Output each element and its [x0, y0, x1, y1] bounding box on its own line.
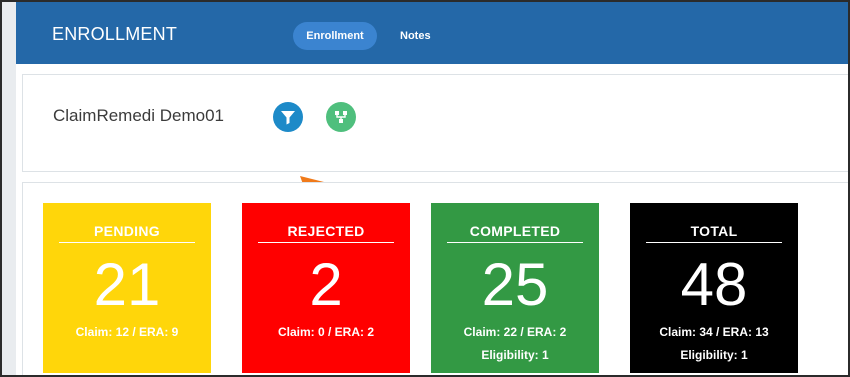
stat-value: 25	[481, 251, 549, 318]
filter-icon	[281, 111, 295, 125]
tab-notes[interactable]: Notes	[400, 22, 440, 50]
stat-card-rejected[interactable]: REJECTED 2 Claim: 0 / ERA: 2	[242, 203, 410, 373]
divider	[258, 242, 394, 243]
stat-title: TOTAL	[690, 223, 738, 239]
filter-button[interactable]	[273, 102, 303, 132]
org-tree-icon	[335, 111, 347, 123]
stat-breakdown: Claim: 0 / ERA: 2	[277, 325, 375, 339]
stat-breakdown: Claim: 12 / ERA: 9	[75, 325, 179, 339]
header-bar: ENROLLMENT Enrollment Notes	[16, 2, 848, 64]
divider	[646, 242, 782, 243]
divider	[59, 242, 195, 243]
app-frame: ENROLLMENT Enrollment Notes ClaimRemedi …	[0, 0, 850, 377]
stat-eligibility: Eligibility: 1	[680, 348, 748, 362]
client-card: ClaimRemedi Demo01	[22, 74, 848, 172]
stat-breakdown: Claim: 22 / ERA: 2	[463, 325, 567, 339]
page-title: ENROLLMENT	[52, 24, 178, 44]
stat-title: REJECTED	[287, 223, 365, 239]
stat-card-total[interactable]: TOTAL 48 Claim: 34 / ERA: 13 Eligibility…	[630, 203, 798, 373]
stat-value: 21	[93, 251, 161, 318]
stat-card-completed[interactable]: COMPLETED 25 Claim: 22 / ERA: 2 Eligibil…	[431, 203, 599, 373]
org-tree-button[interactable]	[326, 102, 356, 132]
stat-card-pending[interactable]: PENDING 21 Claim: 12 / ERA: 9	[43, 203, 211, 373]
stat-title: PENDING	[94, 223, 160, 239]
client-name: ClaimRemedi Demo01	[53, 106, 225, 125]
stat-value: 48	[680, 251, 748, 318]
stat-value: 2	[309, 251, 343, 318]
stat-breakdown: Claim: 34 / ERA: 13	[659, 325, 769, 339]
tab-enrollment[interactable]: Enrollment	[293, 22, 377, 50]
stats-area: PENDING 21 Claim: 12 / ERA: 9 REJECTED 2…	[22, 182, 848, 375]
main-panel: ClaimRemedi Demo01 PENDING 21 Claim: 12 …	[16, 64, 848, 375]
stat-eligibility: Eligibility: 1	[481, 348, 549, 362]
stat-title: COMPLETED	[469, 223, 561, 239]
divider	[447, 242, 583, 243]
